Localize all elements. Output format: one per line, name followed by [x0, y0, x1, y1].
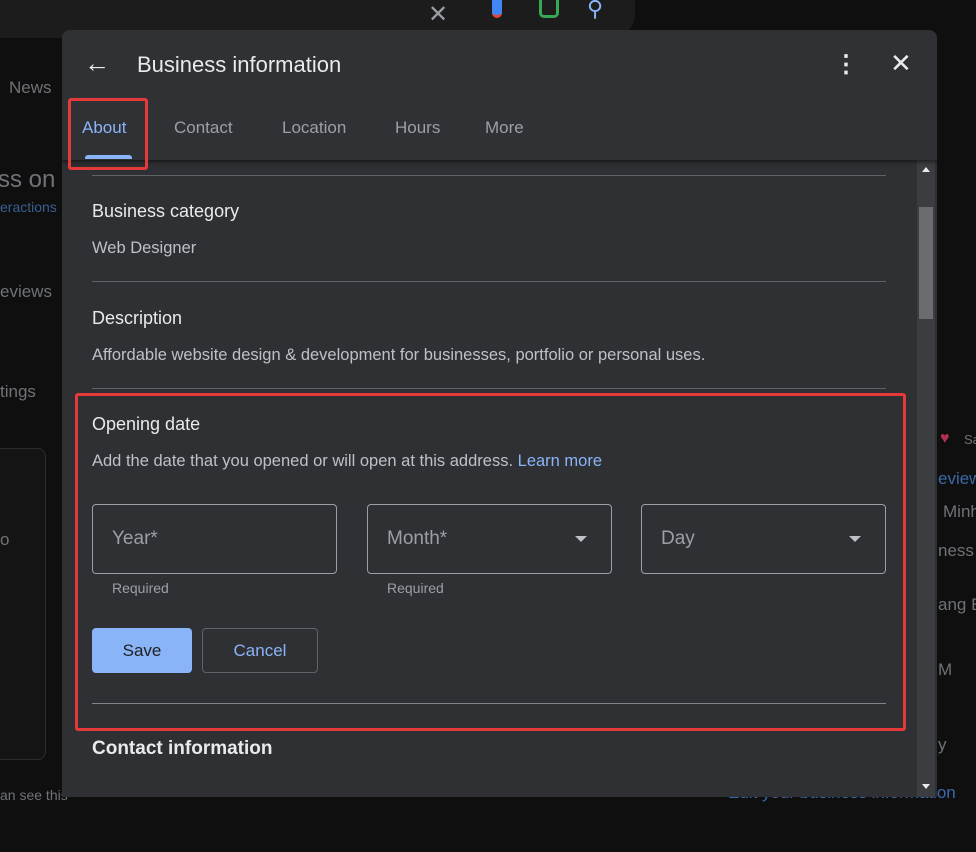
clear-icon[interactable]: ✕: [428, 0, 448, 29]
scrollbar-thumb[interactable]: [919, 207, 933, 319]
scroll-down-icon[interactable]: [922, 784, 930, 789]
divider: [92, 388, 886, 389]
bg-text: tings: [0, 382, 36, 401]
month-placeholder: Month*: [387, 528, 448, 549]
dropdown-arrow-icon: [575, 536, 587, 542]
tab-more[interactable]: More: [485, 118, 524, 138]
tab-hours[interactable]: Hours: [395, 118, 440, 138]
more-vert-icon[interactable]: ⋮: [834, 50, 858, 79]
close-icon[interactable]: ✕: [890, 48, 912, 79]
bg-text: y: [938, 735, 947, 754]
bg-text: eviews: [0, 282, 52, 301]
bg-link[interactable]: eractions: [0, 199, 57, 215]
bg-card: [0, 448, 46, 760]
year-placeholder: Year*: [112, 528, 158, 549]
bg-text: M: [938, 660, 953, 679]
dialog-title: Business information: [137, 52, 342, 77]
month-helper: Required: [387, 580, 444, 596]
category-label: Business category: [92, 201, 240, 221]
category-value[interactable]: Web Designer: [92, 239, 196, 258]
opening-date-help: Add the date that you opened or will ope…: [92, 452, 602, 471]
dialog-header: ← Business information ⋮ ✕ About Contact…: [62, 30, 937, 170]
bg-text: ang E: [938, 595, 976, 614]
tab-location[interactable]: Location: [282, 118, 346, 138]
day-select[interactable]: Day: [641, 504, 886, 574]
scroll-up-icon[interactable]: [922, 167, 930, 172]
description-value[interactable]: Affordable website design & development …: [92, 346, 705, 365]
divider: [92, 175, 886, 176]
bg-tab-news[interactable]: News: [9, 78, 52, 98]
search-icon[interactable]: ⚲: [587, 0, 603, 22]
month-select[interactable]: Month*: [367, 504, 612, 574]
bg-link[interactable]: eviews: [938, 469, 976, 489]
bg-text: ness: [938, 541, 974, 560]
scrollbar[interactable]: [917, 160, 935, 797]
back-arrow-icon[interactable]: ←: [84, 48, 110, 79]
year-helper: Required: [112, 580, 169, 596]
opening-date-label: Opening date: [92, 414, 201, 434]
bg-text: o: [0, 530, 10, 549]
divider: [92, 703, 886, 704]
divider: [92, 281, 886, 282]
dropdown-arrow-icon: [849, 536, 861, 542]
help-text: Add the date that you opened or will ope…: [92, 452, 514, 470]
learn-more-link[interactable]: Learn more: [518, 452, 602, 470]
mic-icon[interactable]: [492, 0, 502, 18]
tab-about[interactable]: About: [82, 118, 126, 138]
bg-text: Minh: [943, 502, 976, 521]
active-tab-indicator: [85, 155, 132, 159]
day-placeholder: Day: [661, 528, 695, 549]
description-label: Description: [92, 308, 183, 328]
year-input[interactable]: Year*: [92, 504, 337, 574]
cancel-button[interactable]: Cancel: [202, 628, 318, 673]
lens-icon[interactable]: [539, 0, 559, 18]
tab-contact[interactable]: Contact: [174, 118, 233, 138]
save-button[interactable]: Save: [92, 628, 192, 673]
bg-text: an see this: [0, 787, 68, 803]
bg-text: Sa: [964, 432, 976, 447]
business-info-dialog: ← Business information ⋮ ✕ About Contact…: [62, 30, 937, 797]
heart-icon: ♥: [940, 430, 950, 447]
contact-info-label: Contact information: [92, 738, 273, 759]
